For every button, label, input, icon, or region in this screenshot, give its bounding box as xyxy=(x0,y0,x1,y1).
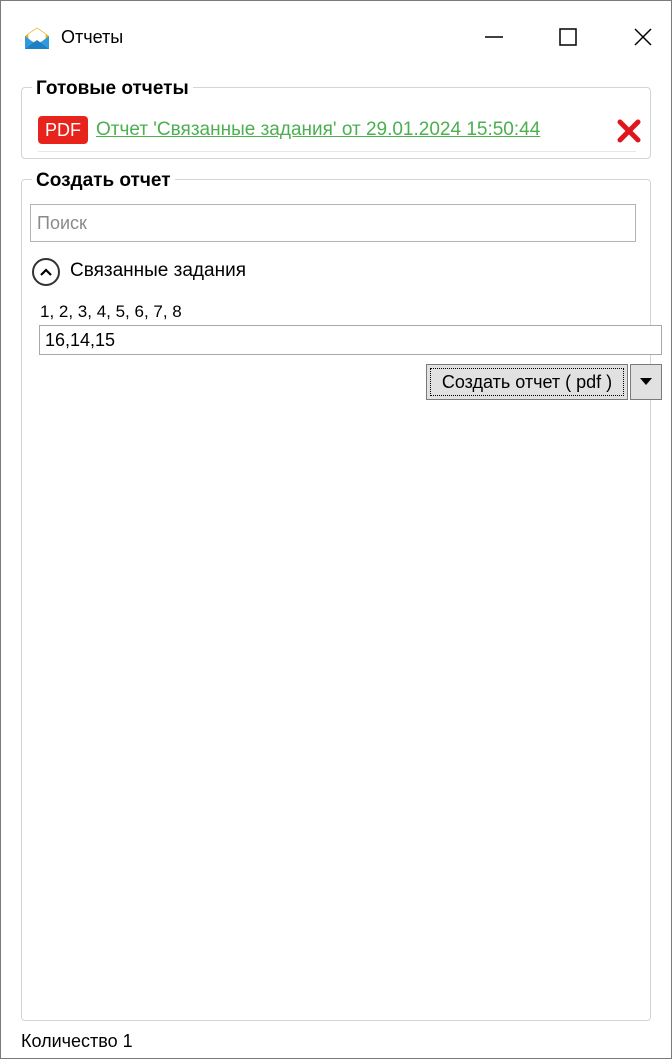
minimize-button[interactable] xyxy=(457,1,531,73)
create-report-button[interactable]: Создать отчет ( pdf ) xyxy=(426,364,628,400)
status-count: Количество 1 xyxy=(21,1031,133,1051)
search-input[interactable] xyxy=(30,204,636,242)
values-hint: 1, 2, 3, 4, 5, 6, 7, 8 xyxy=(40,302,182,321)
expander-linked-tasks[interactable]: Связанные задания xyxy=(32,258,332,288)
values-input[interactable] xyxy=(39,325,662,355)
chevron-up-circle-icon[interactable] xyxy=(32,258,60,286)
minimize-icon xyxy=(485,36,503,38)
envelope-icon xyxy=(25,27,49,49)
report-row: PDF Отчет 'Связанные задания' от 29.01.2… xyxy=(38,116,641,146)
report-link[interactable]: Отчет 'Связанные задания' от 29.01.2024 … xyxy=(96,119,540,141)
ready-reports-group: Готовые отчеты PDF Отчет 'Связанные зада… xyxy=(21,78,651,159)
maximize-icon xyxy=(559,28,577,46)
expander-label: Связанные задания xyxy=(70,260,246,281)
report-divider xyxy=(38,151,636,152)
caret-down-icon xyxy=(640,378,652,385)
create-report-label: Создать отчет ( pdf ) xyxy=(430,368,624,396)
maximize-button[interactable] xyxy=(531,1,605,73)
delete-report-button[interactable] xyxy=(616,118,642,144)
create-report-group: Создать отчет Связанные задания 1, 2, 3,… xyxy=(21,170,662,1021)
title-bar[interactable]: Отчеты xyxy=(1,1,671,73)
close-button[interactable] xyxy=(606,1,672,73)
close-icon xyxy=(634,28,652,46)
create-report-title: Создать отчет xyxy=(32,170,175,192)
ready-reports-title: Готовые отчеты xyxy=(32,78,193,100)
create-report-split-button: Создать отчет ( pdf ) xyxy=(426,364,662,400)
delete-x-icon xyxy=(617,119,641,143)
reports-window: Отчеты Готовые отчеты PDF Отчет 'Связанн… xyxy=(0,0,672,1059)
pdf-badge: PDF xyxy=(38,116,88,144)
format-dropdown-button[interactable] xyxy=(630,364,662,400)
window-title: Отчеты xyxy=(61,27,124,47)
